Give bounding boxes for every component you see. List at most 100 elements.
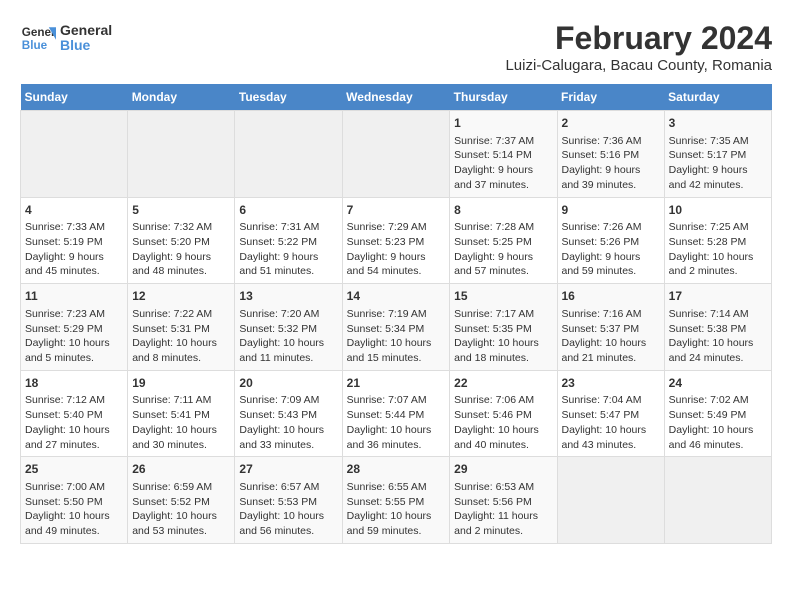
calendar-table: SundayMondayTuesdayWednesdayThursdayFrid… xyxy=(20,84,772,544)
day-info: Sunrise: 7:36 AM Sunset: 5:16 PM Dayligh… xyxy=(562,134,660,193)
calendar-cell xyxy=(557,457,664,544)
day-info: Sunrise: 7:26 AM Sunset: 5:26 PM Dayligh… xyxy=(562,220,660,279)
day-number: 3 xyxy=(669,115,767,132)
day-info: Sunrise: 7:20 AM Sunset: 5:32 PM Dayligh… xyxy=(239,307,337,366)
day-number: 16 xyxy=(562,288,660,305)
calendar-week-4: 18Sunrise: 7:12 AM Sunset: 5:40 PM Dayli… xyxy=(21,370,772,457)
day-info: Sunrise: 7:35 AM Sunset: 5:17 PM Dayligh… xyxy=(669,134,767,193)
day-info: Sunrise: 7:29 AM Sunset: 5:23 PM Dayligh… xyxy=(347,220,446,279)
day-number: 13 xyxy=(239,288,337,305)
calendar-week-1: 1Sunrise: 7:37 AM Sunset: 5:14 PM Daylig… xyxy=(21,111,772,198)
day-info: Sunrise: 7:19 AM Sunset: 5:34 PM Dayligh… xyxy=(347,307,446,366)
title-block: February 2024 Luizi-Calugara, Bacau Coun… xyxy=(505,20,772,74)
day-number: 23 xyxy=(562,375,660,392)
calendar-cell: 29 Sunrise: 6:53 AM Sunset: 5:56 PM Dayli… xyxy=(450,457,557,544)
logo-blue: Blue xyxy=(60,38,112,53)
calendar-cell: 8Sunrise: 7:28 AM Sunset: 5:25 PM Daylig… xyxy=(450,197,557,284)
calendar-cell xyxy=(21,111,128,198)
calendar-cell: 7Sunrise: 7:29 AM Sunset: 5:23 PM Daylig… xyxy=(342,197,450,284)
calendar-cell: 9Sunrise: 7:26 AM Sunset: 5:26 PM Daylig… xyxy=(557,197,664,284)
day-number: 22 xyxy=(454,375,552,392)
day-number: 24 xyxy=(669,375,767,392)
day-header-friday: Friday xyxy=(557,84,664,111)
day-header-tuesday: Tuesday xyxy=(235,84,342,111)
day-number: 20 xyxy=(239,375,337,392)
calendar-cell: 10Sunrise: 7:25 AM Sunset: 5:28 PM Dayli… xyxy=(664,197,771,284)
calendar-cell: 5Sunrise: 7:32 AM Sunset: 5:20 PM Daylig… xyxy=(128,197,235,284)
day-number: 1 xyxy=(454,115,552,132)
calendar-cell: 26 Sunrise: 6:59 AM Sunset: 5:52 PM Dayli… xyxy=(128,457,235,544)
calendar-cell: 3 Sunrise: 7:35 AM Sunset: 5:17 PM Daylig… xyxy=(664,111,771,198)
day-info: Sunrise: 7:11 AM Sunset: 5:41 PM Dayligh… xyxy=(132,393,230,452)
day-info: Sunrise: 6:55 AM Sunset: 5:55 PM Dayligh… xyxy=(347,480,446,539)
calendar-cell xyxy=(664,457,771,544)
calendar-cell: 13 Sunrise: 7:20 AM Sunset: 5:32 PM Dayli… xyxy=(235,284,342,371)
calendar-header-row: SundayMondayTuesdayWednesdayThursdayFrid… xyxy=(21,84,772,111)
day-number: 21 xyxy=(347,375,446,392)
day-header-saturday: Saturday xyxy=(664,84,771,111)
day-number: 17 xyxy=(669,288,767,305)
day-info: Sunrise: 7:17 AM Sunset: 5:35 PM Dayligh… xyxy=(454,307,552,366)
calendar-cell xyxy=(235,111,342,198)
calendar-cell: 19Sunrise: 7:11 AM Sunset: 5:41 PM Dayli… xyxy=(128,370,235,457)
day-info: Sunrise: 6:57 AM Sunset: 5:53 PM Dayligh… xyxy=(239,480,337,539)
day-number: 4 xyxy=(25,202,123,219)
calendar-week-2: 4Sunrise: 7:33 AM Sunset: 5:19 PM Daylig… xyxy=(21,197,772,284)
day-info: Sunrise: 7:33 AM Sunset: 5:19 PM Dayligh… xyxy=(25,220,123,279)
calendar-cell: 23Sunrise: 7:04 AM Sunset: 5:47 PM Dayli… xyxy=(557,370,664,457)
day-number: 7 xyxy=(347,202,446,219)
calendar-cell: 18Sunrise: 7:12 AM Sunset: 5:40 PM Dayli… xyxy=(21,370,128,457)
day-info: Sunrise: 7:06 AM Sunset: 5:46 PM Dayligh… xyxy=(454,393,552,452)
calendar-cell: 4Sunrise: 7:33 AM Sunset: 5:19 PM Daylig… xyxy=(21,197,128,284)
svg-text:Blue: Blue xyxy=(22,39,48,52)
day-info: Sunrise: 7:16 AM Sunset: 5:37 PM Dayligh… xyxy=(562,307,660,366)
page-header: General Blue General Blue February 2024 … xyxy=(20,20,772,74)
day-info: Sunrise: 6:59 AM Sunset: 5:52 PM Dayligh… xyxy=(132,480,230,539)
day-number: 2 xyxy=(562,115,660,132)
day-number: 15 xyxy=(454,288,552,305)
calendar-cell: 27Sunrise: 6:57 AM Sunset: 5:53 PM Dayli… xyxy=(235,457,342,544)
calendar-cell: 1Sunrise: 7:37 AM Sunset: 5:14 PM Daylig… xyxy=(450,111,557,198)
day-info: Sunrise: 7:04 AM Sunset: 5:47 PM Dayligh… xyxy=(562,393,660,452)
calendar-cell: 25Sunrise: 7:00 AM Sunset: 5:50 PM Dayli… xyxy=(21,457,128,544)
calendar-cell: 14Sunrise: 7:19 AM Sunset: 5:34 PM Dayli… xyxy=(342,284,450,371)
day-header-thursday: Thursday xyxy=(450,84,557,111)
day-number: 10 xyxy=(669,202,767,219)
page-subtitle: Luizi-Calugara, Bacau County, Romania xyxy=(505,57,772,74)
day-info: Sunrise: 7:32 AM Sunset: 5:20 PM Dayligh… xyxy=(132,220,230,279)
logo: General Blue General Blue xyxy=(20,20,112,56)
day-info: Sunrise: 7:09 AM Sunset: 5:43 PM Dayligh… xyxy=(239,393,337,452)
page-title: February 2024 xyxy=(505,20,772,57)
day-header-sunday: Sunday xyxy=(21,84,128,111)
calendar-cell: 20Sunrise: 7:09 AM Sunset: 5:43 PM Dayli… xyxy=(235,370,342,457)
calendar-cell: 28Sunrise: 6:55 AM Sunset: 5:55 PM Dayli… xyxy=(342,457,450,544)
day-number: 25 xyxy=(25,461,123,478)
day-info: Sunrise: 7:14 AM Sunset: 5:38 PM Dayligh… xyxy=(669,307,767,366)
day-info: Sunrise: 6:53 AM Sunset: 5:56 PM Dayligh… xyxy=(454,480,552,539)
calendar-cell: 22Sunrise: 7:06 AM Sunset: 5:46 PM Dayli… xyxy=(450,370,557,457)
day-number: 26 xyxy=(132,461,230,478)
day-number: 8 xyxy=(454,202,552,219)
day-info: Sunrise: 7:25 AM Sunset: 5:28 PM Dayligh… xyxy=(669,220,767,279)
calendar-cell: 12Sunrise: 7:22 AM Sunset: 5:31 PM Dayli… xyxy=(128,284,235,371)
calendar-cell xyxy=(342,111,450,198)
day-info: Sunrise: 7:28 AM Sunset: 5:25 PM Dayligh… xyxy=(454,220,552,279)
day-number: 12 xyxy=(132,288,230,305)
day-number: 9 xyxy=(562,202,660,219)
calendar-week-5: 25Sunrise: 7:00 AM Sunset: 5:50 PM Dayli… xyxy=(21,457,772,544)
calendar-body: 1Sunrise: 7:37 AM Sunset: 5:14 PM Daylig… xyxy=(21,111,772,544)
day-info: Sunrise: 7:02 AM Sunset: 5:49 PM Dayligh… xyxy=(669,393,767,452)
day-number: 11 xyxy=(25,288,123,305)
calendar-cell: 16 Sunrise: 7:16 AM Sunset: 5:37 PM Dayli… xyxy=(557,284,664,371)
calendar-cell: 6Sunrise: 7:31 AM Sunset: 5:22 PM Daylig… xyxy=(235,197,342,284)
day-header-monday: Monday xyxy=(128,84,235,111)
logo-general: General xyxy=(60,23,112,38)
day-info: Sunrise: 7:31 AM Sunset: 5:22 PM Dayligh… xyxy=(239,220,337,279)
day-number: 19 xyxy=(132,375,230,392)
day-number: 5 xyxy=(132,202,230,219)
calendar-cell: 2 Sunrise: 7:36 AM Sunset: 5:16 PM Daylig… xyxy=(557,111,664,198)
day-header-wednesday: Wednesday xyxy=(342,84,450,111)
day-number: 18 xyxy=(25,375,123,392)
calendar-cell: 24Sunrise: 7:02 AM Sunset: 5:49 PM Dayli… xyxy=(664,370,771,457)
day-number: 29 xyxy=(454,461,552,478)
